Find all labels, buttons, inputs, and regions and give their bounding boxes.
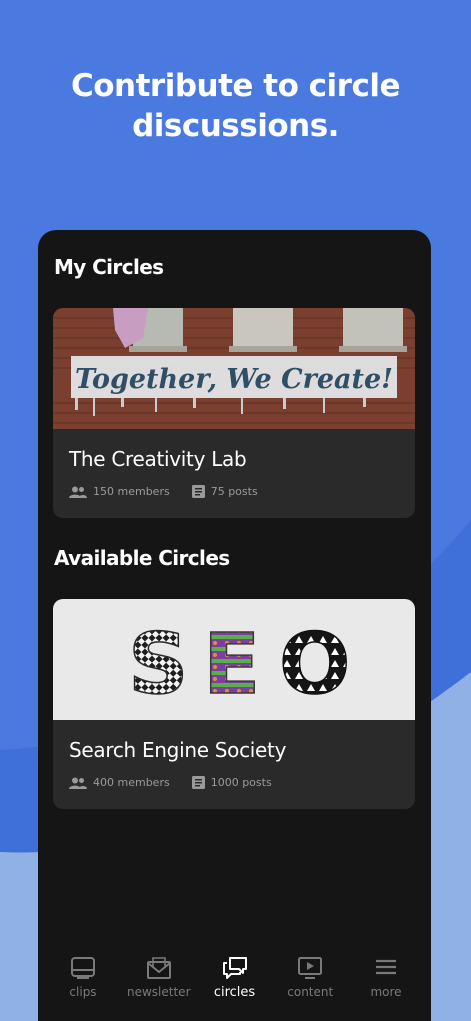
banner-text: Together, We Create! xyxy=(75,364,393,395)
svg-text:E: E xyxy=(203,615,260,713)
headline: Contribute to circle discussions. xyxy=(0,66,471,146)
circle-image-creativity-lab: Together, We Create! xyxy=(53,308,415,429)
envelope-icon xyxy=(146,957,171,979)
tab-newsletter[interactable]: newsletter xyxy=(123,948,195,1021)
phone-screen: My Circles Together, We Create! The Crea… xyxy=(38,230,431,1021)
tab-label: more xyxy=(370,985,402,999)
headline-line-2: discussions. xyxy=(132,108,339,144)
tab-label: newsletter xyxy=(127,985,191,999)
members-label: 150 members xyxy=(93,485,170,498)
posts-count: 75 posts xyxy=(191,485,258,498)
circle-meta: 150 members 75 posts xyxy=(69,485,280,498)
members-label: 400 members xyxy=(93,776,170,789)
circle-name: The Creativity Lab xyxy=(69,447,247,471)
tab-circles[interactable]: circles xyxy=(199,948,271,1021)
posts-label: 75 posts xyxy=(210,485,258,498)
posts-icon xyxy=(191,485,205,498)
members-count: 150 members xyxy=(69,485,170,498)
play-screen-icon xyxy=(298,957,323,979)
circle-name: Search Engine Society xyxy=(69,738,287,762)
svg-text:O: O xyxy=(279,615,350,713)
circle-card-search-engine-society[interactable]: S E O Search Engine Society 400 members … xyxy=(53,599,415,809)
tab-label: content xyxy=(287,985,334,999)
circle-meta: 400 members 1000 posts xyxy=(69,776,294,789)
bottom-tab-bar: clips newsletter circles content more xyxy=(38,948,431,1021)
svg-text:S: S xyxy=(128,615,189,713)
available-circles-heading: Available Circles xyxy=(54,546,230,570)
clips-icon xyxy=(71,957,95,979)
tab-content[interactable]: content xyxy=(274,948,346,1021)
members-icon xyxy=(69,777,87,789)
tab-label: clips xyxy=(69,985,97,999)
hamburger-menu-icon xyxy=(376,959,396,975)
tab-clips[interactable]: clips xyxy=(47,948,119,1021)
posts-count: 1000 posts xyxy=(191,776,272,789)
tab-label: circles xyxy=(213,985,256,1000)
posts-label: 1000 posts xyxy=(210,776,272,789)
my-circles-heading: My Circles xyxy=(54,255,164,279)
posts-icon xyxy=(191,776,205,789)
circle-card-creativity-lab[interactable]: Together, We Create! The Creativity Lab … xyxy=(53,308,415,518)
members-count: 400 members xyxy=(69,776,170,789)
circle-image-search-engine-society: S E O xyxy=(53,599,415,720)
headline-line-1: Contribute to circle xyxy=(71,68,400,104)
chat-bubbles-icon xyxy=(222,957,247,979)
tab-more[interactable]: more xyxy=(350,948,422,1021)
members-icon xyxy=(69,486,87,498)
